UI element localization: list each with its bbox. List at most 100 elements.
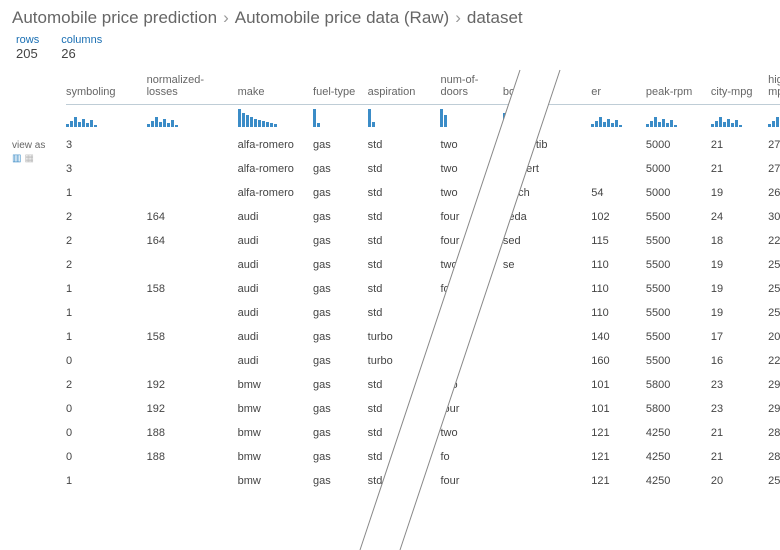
cell-make: alfa-romero [232,184,307,208]
table-row[interactable]: 0188bmwgasstdtwo1214250212820970 [60,424,780,448]
cell-rpm: 4250 [640,448,705,472]
table-row[interactable]: 3alfa-romerogasstdtwoconvertib5000212713… [60,136,780,160]
table-row[interactable]: 1158audigasturbofour1405500172023875 [60,328,780,352]
cell-symboling: 1 [60,472,141,496]
cell-fuel: gas [307,304,362,328]
chevron-right-icon: › [223,8,229,28]
col-partial[interactable]: er [585,71,640,104]
sparkline-icon [591,109,622,127]
cell-normalized: 188 [141,448,232,472]
cols-meta: columns 26 [61,34,102,61]
table-row[interactable]: 2192bmwgasstdtwo1015800232916430 [60,376,780,400]
cell-doors: four [434,232,496,256]
chevron-right-icon: › [455,8,461,28]
col-highway-mpg[interactable]: highway-mpg [762,71,780,104]
sparkline-icon [711,109,742,127]
col-aspiration[interactable]: aspiration [362,71,435,104]
col-peak-rpm[interactable]: peak-rpm [640,71,705,104]
cell-hmpg: 25 [762,304,780,328]
table-view-icon[interactable]: ▦ [24,153,33,164]
table-row[interactable]: 1audigasstdfour1105500192518920 [60,304,780,328]
table-row[interactable]: 1bmwgasstdfour1214250202524565 [60,472,780,496]
col-body-style[interactable]: body-style [497,71,585,104]
histogram-view-icon[interactable]: ▥ [12,153,21,164]
cell-rpm: 5800 [640,376,705,400]
table-row[interactable]: 0188bmwgasstdfo1214250212821105 [60,448,780,472]
cell-normalized: 158 [141,280,232,304]
cell-a: 54 [585,184,640,208]
cell-rpm: 5500 [640,304,705,328]
cell-rpm: 4250 [640,424,705,448]
cell-normalized [141,160,232,184]
cell-asp: std [362,376,435,400]
table-row[interactable]: 2audigasstdtwose1105500192515250 [60,256,780,280]
table-row[interactable]: 2164audigasstdfoursed1155500182217450 [60,232,780,256]
cell-doors: four [434,280,496,304]
cell-body: seda [497,208,585,232]
cell-hmpg: 20 [762,328,780,352]
table-row[interactable]: 1158audigasstdfour1105500192517710 [60,280,780,304]
cell-rpm: 5500 [640,208,705,232]
cell-hmpg: 29 [762,400,780,424]
cell-cmpg: 19 [705,304,762,328]
cell-make: bmw [232,472,307,496]
col-city-mpg[interactable]: city-mpg [705,71,762,104]
breadcrumb-1[interactable]: Automobile price data (Raw) [235,8,449,28]
cell-symboling: 1 [60,328,141,352]
col-num-of-doors[interactable]: num-of-doors [434,71,496,104]
table-row[interactable]: 2164audigasstdfourseda1025500243013950 [60,208,780,232]
cell-cmpg: 21 [705,448,762,472]
cell-normalized [141,184,232,208]
cell-rpm: 4250 [640,472,705,496]
cell-symboling: 1 [60,280,141,304]
cell-symboling: 0 [60,424,141,448]
sparkline-icon [368,109,375,127]
cell-make: audi [232,256,307,280]
cell-body: hatch [497,184,585,208]
cell-doors: two [434,352,496,376]
cell-normalized [141,352,232,376]
breadcrumb-0[interactable]: Automobile price prediction [12,8,217,28]
cell-body [497,472,585,496]
sparkline-icon [646,109,677,127]
cell-asp: std [362,232,435,256]
sparkline-icon [503,109,522,127]
cell-fuel: gas [307,448,362,472]
cell-hmpg: 26 [762,184,780,208]
cell-asp: std [362,160,435,184]
col-symboling[interactable]: symboling [60,71,141,104]
cell-fuel: gas [307,208,362,232]
table-row[interactable]: 0audigasturbotwo16055001622 [60,352,780,376]
table-row[interactable]: 3alfa-romerogasstdtwoconvert500021271650… [60,160,780,184]
cell-normalized: 192 [141,376,232,400]
table-row[interactable]: 0192bmwgasstdfour1015800232916925 [60,400,780,424]
cell-doors: two [434,136,496,160]
table-row[interactable]: 1alfa-romerogasstdtwohatch54500019261650… [60,184,780,208]
cell-rpm: 5000 [640,184,705,208]
cell-cmpg: 17 [705,328,762,352]
cell-hmpg: 25 [762,256,780,280]
cell-a: 110 [585,256,640,280]
breadcrumb[interactable]: Automobile price prediction › Automobile… [12,8,768,28]
sparkline-icon [440,109,447,127]
cell-cmpg: 18 [705,232,762,256]
cell-normalized [141,472,232,496]
col-make[interactable]: make [232,71,307,104]
cell-hmpg: 30 [762,208,780,232]
cell-normalized: 192 [141,400,232,424]
cell-doors: four [434,328,496,352]
breadcrumb-2[interactable]: dataset [467,8,523,28]
cell-asp: std [362,424,435,448]
cell-cmpg: 24 [705,208,762,232]
cell-fuel: gas [307,352,362,376]
cell-make: bmw [232,424,307,448]
cell-normalized [141,256,232,280]
col-fuel-type[interactable]: fuel-type [307,71,362,104]
cell-body [497,400,585,424]
cell-body [497,448,585,472]
cell-fuel: gas [307,400,362,424]
cell-cmpg: 21 [705,136,762,160]
col-normalized-losses[interactable]: normalized-losses [141,71,232,104]
cell-a: 101 [585,400,640,424]
cell-doors: four [434,472,496,496]
